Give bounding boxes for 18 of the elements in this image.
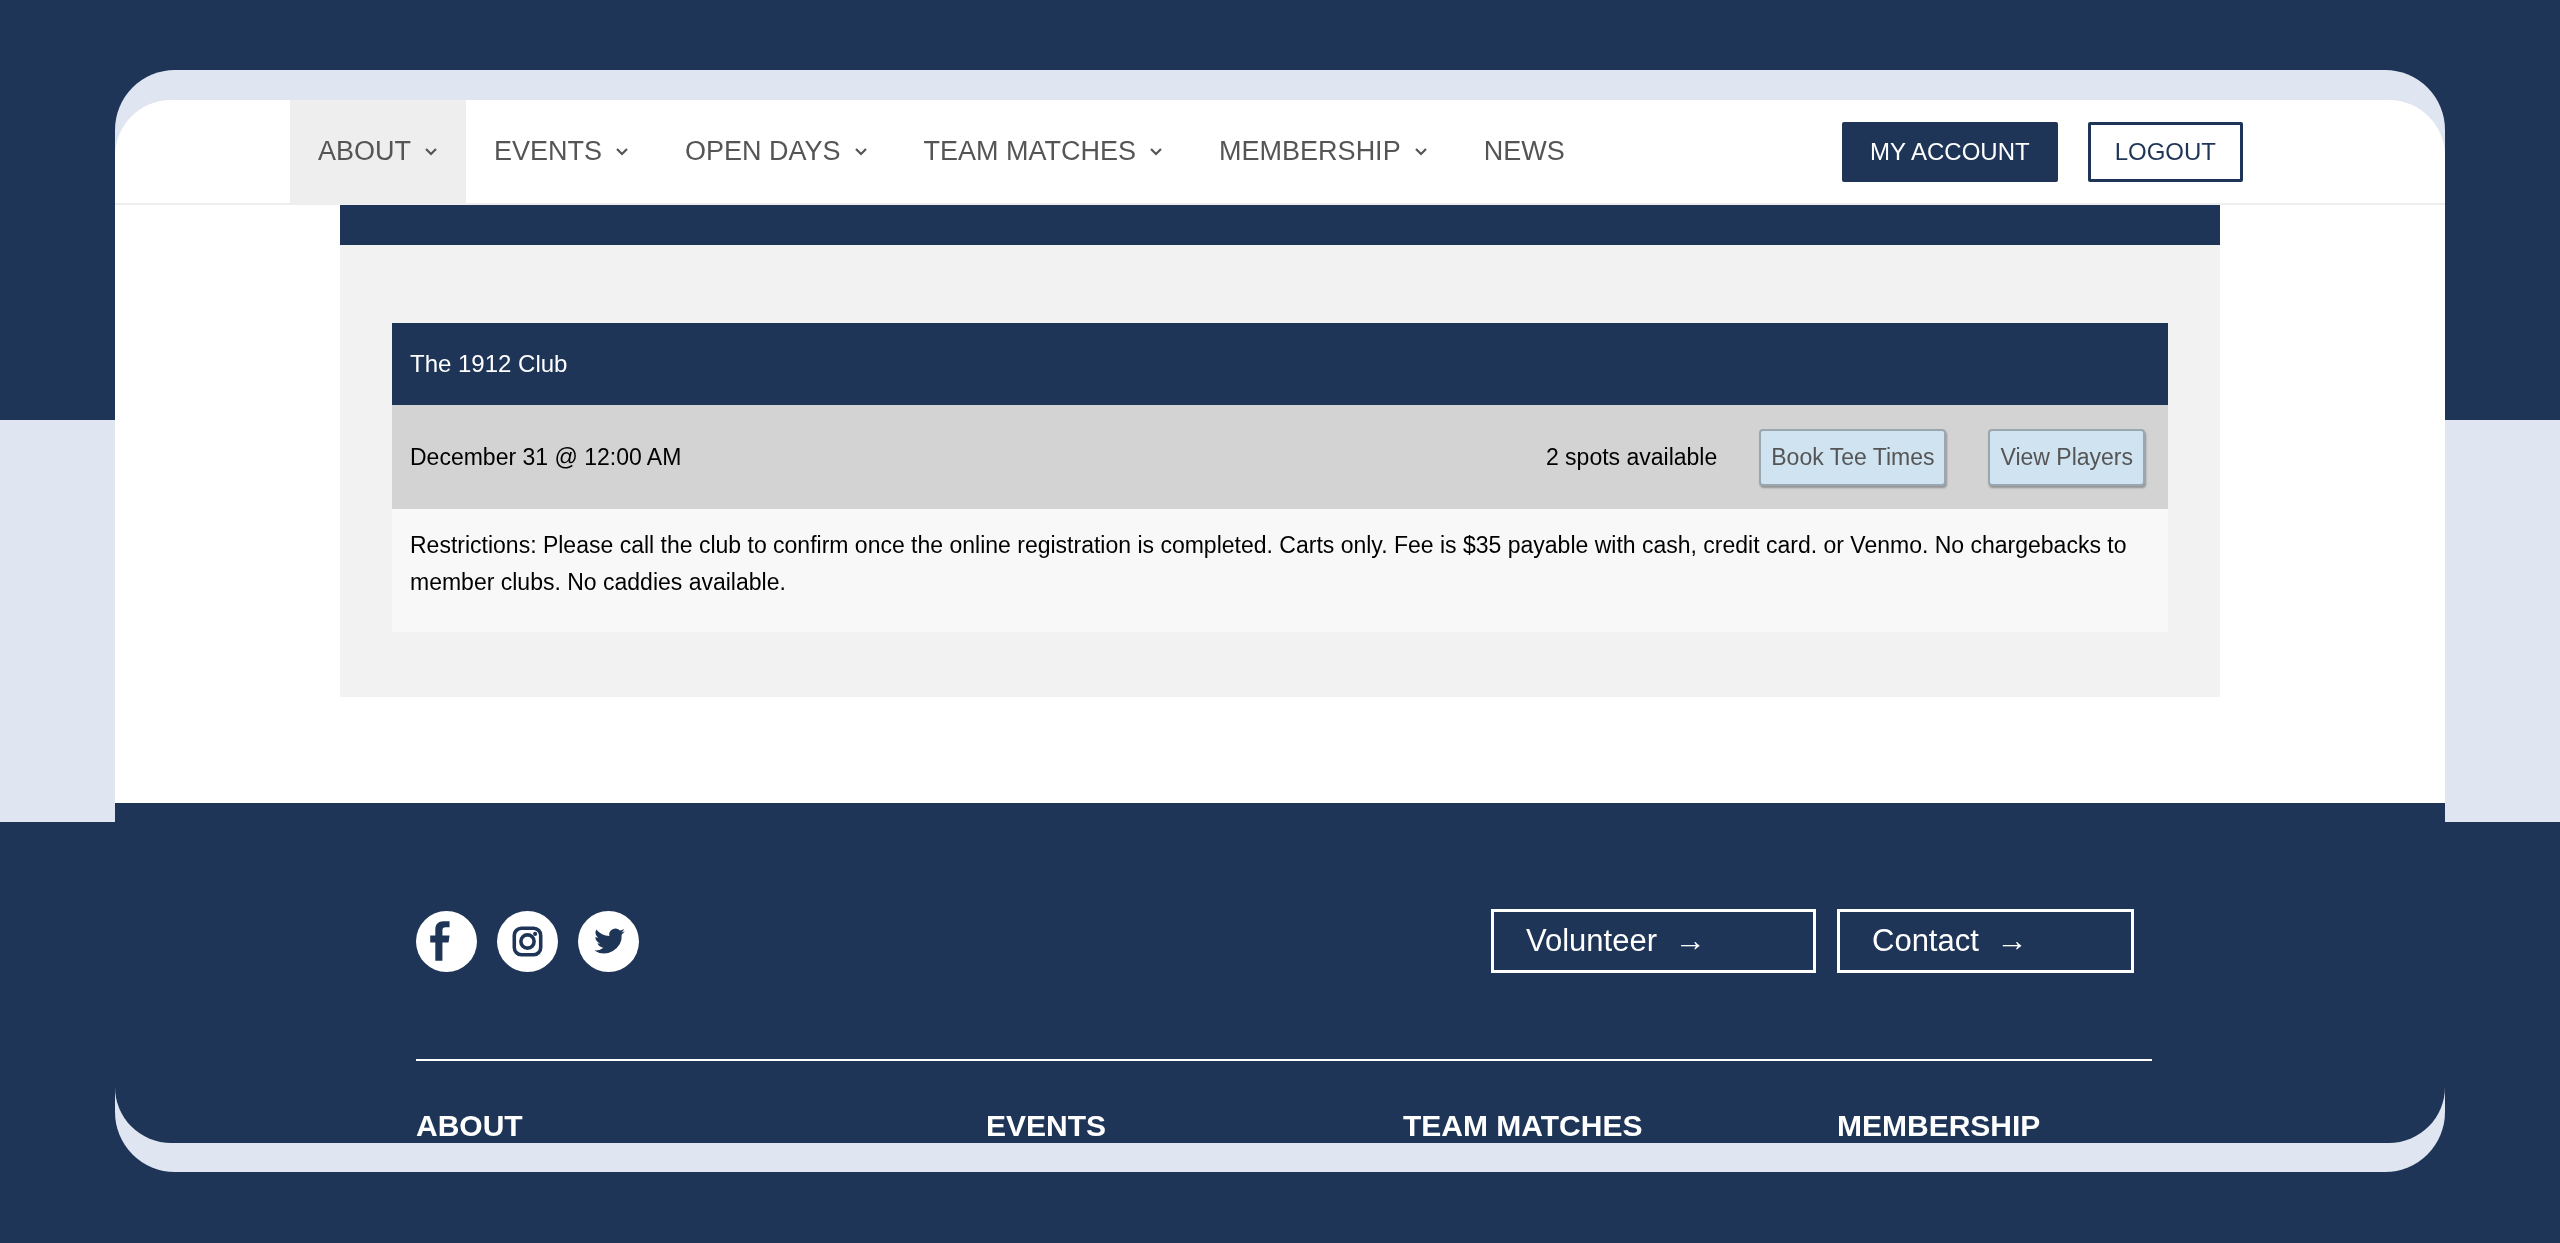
logout-button[interactable]: LOGOUT [2087, 121, 2243, 182]
event-title: The 1912 Club [410, 349, 568, 379]
instagram-icon[interactable] [497, 910, 558, 972]
facebook-icon[interactable] [416, 910, 477, 972]
event-date: December 31 @ 12:00 AM [410, 442, 682, 472]
event-button[interactable]: Book Tee Times [1759, 428, 1947, 486]
restrictions-text: Restrictions: Please call the club to confirm once the online registration is completed. Carts only. Fee is $35 payable with cash, credit card. or Venmo. No chargebacks to member clubs. No caddies available. [410, 531, 2128, 597]
spots-available: 2 spots available [1545, 442, 1718, 472]
nav-link[interactable]: ABOUT [290, 100, 466, 203]
footer-link[interactable]: Volunteer → [1491, 909, 1816, 973]
event-button[interactable]: View Players [1988, 428, 2145, 486]
footer-link[interactable]: Contact → [1837, 909, 2134, 973]
twitter-icon[interactable] [578, 910, 639, 972]
footer-heading: TEAM MATCHES [1403, 1109, 1644, 1143]
account-button[interactable]: MY ACCOUNT [1842, 121, 2058, 182]
footer-heading: EVENTS [986, 1109, 1108, 1143]
footer-heading: ABOUT [416, 1109, 524, 1143]
footer-heading: MEMBERSHIP [1837, 1109, 2042, 1143]
